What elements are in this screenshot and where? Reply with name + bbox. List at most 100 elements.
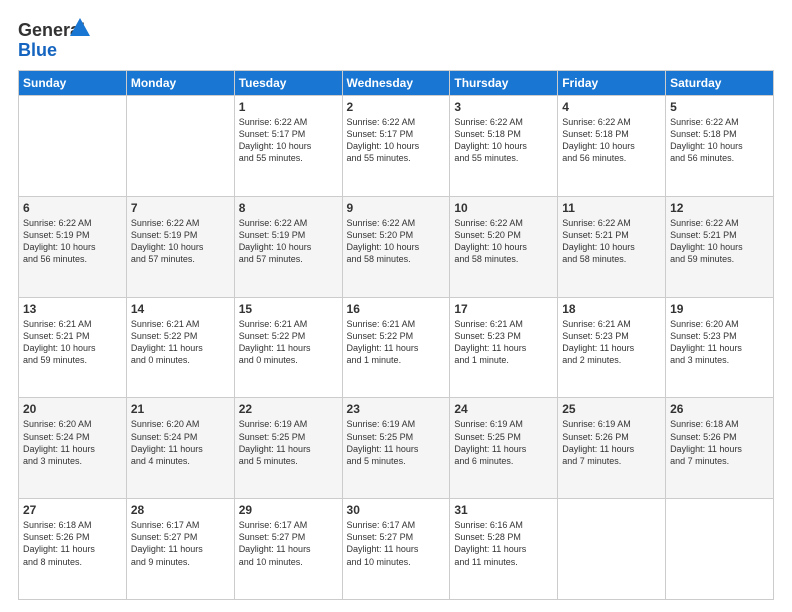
calendar-dow-thursday: Thursday <box>450 71 558 96</box>
day-info: Sunrise: 6:20 AM Sunset: 5:24 PM Dayligh… <box>131 418 230 467</box>
day-number: 7 <box>131 201 230 215</box>
day-number: 18 <box>562 302 661 316</box>
calendar-cell: 22 Sunrise: 6:19 AM Sunset: 5:25 PM Dayli… <box>234 398 342 499</box>
calendar-cell: 23 Sunrise: 6:19 AM Sunset: 5:25 PM Dayli… <box>342 398 450 499</box>
day-number: 13 <box>23 302 122 316</box>
calendar-dow-sunday: Sunday <box>19 71 127 96</box>
day-info: Sunrise: 6:22 AM Sunset: 5:18 PM Dayligh… <box>670 116 769 165</box>
day-number: 6 <box>23 201 122 215</box>
day-info: Sunrise: 6:22 AM Sunset: 5:20 PM Dayligh… <box>347 217 446 266</box>
calendar-cell: 31Sunrise: 6:16 AM Sunset: 5:28 PM Dayli… <box>450 499 558 600</box>
calendar-cell: 2Sunrise: 6:22 AM Sunset: 5:17 PM Daylig… <box>342 96 450 197</box>
calendar-dow-monday: Monday <box>126 71 234 96</box>
day-info: Sunrise: 6:22 AM Sunset: 5:17 PM Dayligh… <box>239 116 338 165</box>
day-number: 8 <box>239 201 338 215</box>
day-number: 15 <box>239 302 338 316</box>
day-info: Sunrise: 6:21 AM Sunset: 5:23 PM Dayligh… <box>562 318 661 367</box>
day-info: Sunrise: 6:21 AM Sunset: 5:21 PM Dayligh… <box>23 318 122 367</box>
day-info: Sunrise: 6:22 AM Sunset: 5:21 PM Dayligh… <box>562 217 661 266</box>
calendar-cell: 20Sunrise: 6:20 AM Sunset: 5:24 PM Dayli… <box>19 398 127 499</box>
calendar-cell: 7 Sunrise: 6:22 AM Sunset: 5:19 PM Daylig… <box>126 196 234 297</box>
day-number: 4 <box>562 100 661 114</box>
calendar-cell: 6 Sunrise: 6:22 AM Sunset: 5:19 PM Daylig… <box>19 196 127 297</box>
calendar-cell: 15 Sunrise: 6:21 AM Sunset: 5:22 PM Dayli… <box>234 297 342 398</box>
calendar-cell: 16 Sunrise: 6:21 AM Sunset: 5:22 PM Dayli… <box>342 297 450 398</box>
calendar-cell <box>666 499 774 600</box>
calendar-cell: 29 Sunrise: 6:17 AM Sunset: 5:27 PM Dayli… <box>234 499 342 600</box>
day-number: 29 <box>239 503 338 517</box>
day-number: 24 <box>454 402 553 416</box>
day-number: 11 <box>562 201 661 215</box>
day-number: 31 <box>454 503 553 517</box>
calendar-cell <box>19 96 127 197</box>
logo: General Blue <box>18 18 98 60</box>
calendar-week-4: 27Sunrise: 6:18 AM Sunset: 5:26 PM Dayli… <box>19 499 774 600</box>
calendar-cell: 30 Sunrise: 6:17 AM Sunset: 5:27 PM Dayli… <box>342 499 450 600</box>
day-number: 30 <box>347 503 446 517</box>
day-info: Sunrise: 6:19 AM Sunset: 5:25 PM Dayligh… <box>347 418 446 467</box>
calendar-cell: 17 Sunrise: 6:21 AM Sunset: 5:23 PM Dayli… <box>450 297 558 398</box>
calendar-week-0: 1 Sunrise: 6:22 AM Sunset: 5:17 PM Daylig… <box>19 96 774 197</box>
day-number: 25 <box>562 402 661 416</box>
calendar-cell: 1 Sunrise: 6:22 AM Sunset: 5:17 PM Daylig… <box>234 96 342 197</box>
day-info: Sunrise: 6:19 AM Sunset: 5:25 PM Dayligh… <box>239 418 338 467</box>
calendar-dow-tuesday: Tuesday <box>234 71 342 96</box>
day-info: Sunrise: 6:22 AM Sunset: 5:18 PM Dayligh… <box>454 116 553 165</box>
page: General Blue SundayMondayTuesdayWednesda… <box>0 0 792 612</box>
day-number: 9 <box>347 201 446 215</box>
day-number: 26 <box>670 402 769 416</box>
day-info: Sunrise: 6:22 AM Sunset: 5:19 PM Dayligh… <box>23 217 122 266</box>
calendar-cell: 10 Sunrise: 6:22 AM Sunset: 5:20 PM Dayli… <box>450 196 558 297</box>
calendar-cell: 19Sunrise: 6:20 AM Sunset: 5:23 PM Dayli… <box>666 297 774 398</box>
svg-text:Blue: Blue <box>18 40 57 60</box>
calendar-dow-friday: Friday <box>558 71 666 96</box>
calendar-cell: 18 Sunrise: 6:21 AM Sunset: 5:23 PM Dayli… <box>558 297 666 398</box>
day-number: 22 <box>239 402 338 416</box>
calendar-cell: 3 Sunrise: 6:22 AM Sunset: 5:18 PM Daylig… <box>450 96 558 197</box>
day-info: Sunrise: 6:22 AM Sunset: 5:19 PM Dayligh… <box>239 217 338 266</box>
calendar-table: SundayMondayTuesdayWednesdayThursdayFrid… <box>18 70 774 600</box>
day-number: 14 <box>131 302 230 316</box>
day-number: 3 <box>454 100 553 114</box>
day-info: Sunrise: 6:21 AM Sunset: 5:23 PM Dayligh… <box>454 318 553 367</box>
calendar-week-2: 13 Sunrise: 6:21 AM Sunset: 5:21 PM Dayli… <box>19 297 774 398</box>
day-number: 5 <box>670 100 769 114</box>
day-number: 16 <box>347 302 446 316</box>
day-info: Sunrise: 6:22 AM Sunset: 5:18 PM Dayligh… <box>562 116 661 165</box>
calendar-cell: 26Sunrise: 6:18 AM Sunset: 5:26 PM Dayli… <box>666 398 774 499</box>
calendar-header-row: SundayMondayTuesdayWednesdayThursdayFrid… <box>19 71 774 96</box>
day-info: Sunrise: 6:21 AM Sunset: 5:22 PM Dayligh… <box>239 318 338 367</box>
day-info: Sunrise: 6:22 AM Sunset: 5:20 PM Dayligh… <box>454 217 553 266</box>
calendar-cell: 14Sunrise: 6:21 AM Sunset: 5:22 PM Dayli… <box>126 297 234 398</box>
day-number: 21 <box>131 402 230 416</box>
day-info: Sunrise: 6:19 AM Sunset: 5:25 PM Dayligh… <box>454 418 553 467</box>
calendar-cell: 13 Sunrise: 6:21 AM Sunset: 5:21 PM Dayli… <box>19 297 127 398</box>
calendar-dow-saturday: Saturday <box>666 71 774 96</box>
day-info: Sunrise: 6:21 AM Sunset: 5:22 PM Dayligh… <box>347 318 446 367</box>
calendar-cell: 5 Sunrise: 6:22 AM Sunset: 5:18 PM Daylig… <box>666 96 774 197</box>
calendar-cell: 9 Sunrise: 6:22 AM Sunset: 5:20 PM Daylig… <box>342 196 450 297</box>
calendar-cell: 12Sunrise: 6:22 AM Sunset: 5:21 PM Dayli… <box>666 196 774 297</box>
calendar-cell <box>558 499 666 600</box>
day-number: 23 <box>347 402 446 416</box>
calendar-week-1: 6 Sunrise: 6:22 AM Sunset: 5:19 PM Daylig… <box>19 196 774 297</box>
day-number: 1 <box>239 100 338 114</box>
day-info: Sunrise: 6:22 AM Sunset: 5:19 PM Dayligh… <box>131 217 230 266</box>
day-info: Sunrise: 6:20 AM Sunset: 5:24 PM Dayligh… <box>23 418 122 467</box>
day-info: Sunrise: 6:19 AM Sunset: 5:26 PM Dayligh… <box>562 418 661 467</box>
calendar-cell: 4 Sunrise: 6:22 AM Sunset: 5:18 PM Daylig… <box>558 96 666 197</box>
day-info: Sunrise: 6:18 AM Sunset: 5:26 PM Dayligh… <box>23 519 122 568</box>
day-number: 17 <box>454 302 553 316</box>
calendar-cell: 8 Sunrise: 6:22 AM Sunset: 5:19 PM Daylig… <box>234 196 342 297</box>
calendar-cell: 24 Sunrise: 6:19 AM Sunset: 5:25 PM Dayli… <box>450 398 558 499</box>
calendar-cell: 27Sunrise: 6:18 AM Sunset: 5:26 PM Dayli… <box>19 499 127 600</box>
calendar-cell: 11 Sunrise: 6:22 AM Sunset: 5:21 PM Dayli… <box>558 196 666 297</box>
calendar-week-3: 20Sunrise: 6:20 AM Sunset: 5:24 PM Dayli… <box>19 398 774 499</box>
day-info: Sunrise: 6:17 AM Sunset: 5:27 PM Dayligh… <box>347 519 446 568</box>
calendar-dow-wednesday: Wednesday <box>342 71 450 96</box>
day-info: Sunrise: 6:17 AM Sunset: 5:27 PM Dayligh… <box>239 519 338 568</box>
day-number: 2 <box>347 100 446 114</box>
day-number: 10 <box>454 201 553 215</box>
calendar-cell: 21 Sunrise: 6:20 AM Sunset: 5:24 PM Dayli… <box>126 398 234 499</box>
day-info: Sunrise: 6:20 AM Sunset: 5:23 PM Dayligh… <box>670 318 769 367</box>
